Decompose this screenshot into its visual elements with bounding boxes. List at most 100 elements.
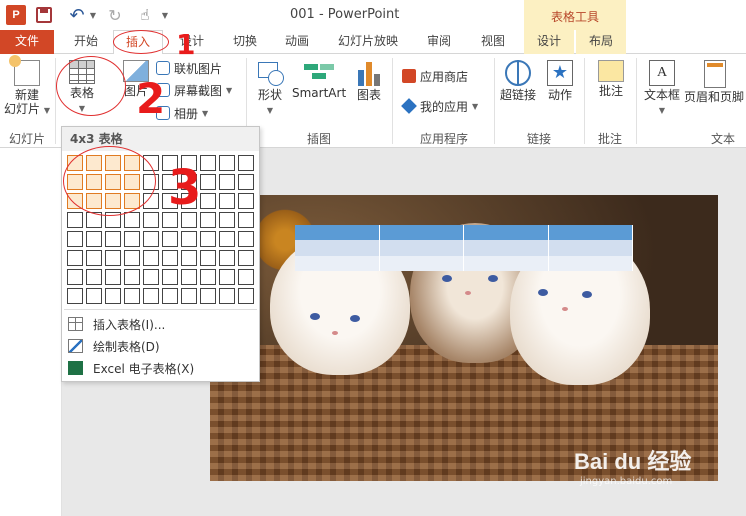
table-cell[interactable] xyxy=(295,255,380,271)
table-grid-cell[interactable] xyxy=(86,250,102,266)
table-grid-cell[interactable] xyxy=(143,269,159,285)
table-grid-cell[interactable] xyxy=(238,269,254,285)
table-cell[interactable] xyxy=(295,240,380,256)
inserted-table[interactable] xyxy=(295,225,633,271)
table-grid-cell[interactable] xyxy=(238,250,254,266)
tab-view[interactable]: 视图 xyxy=(470,30,516,54)
touch-mode-icon[interactable]: ☝ xyxy=(136,4,154,26)
table-cell[interactable] xyxy=(548,255,633,271)
insert-table-menu-item[interactable]: 插入表格(I)... xyxy=(62,313,259,335)
table-grid-cell[interactable] xyxy=(219,269,235,285)
action-button[interactable]: ★ 动作 xyxy=(542,60,578,102)
redo-icon[interactable]: ↻ xyxy=(106,4,124,26)
table-cell[interactable] xyxy=(379,255,464,271)
table-grid-cell[interactable] xyxy=(105,231,121,247)
table-grid-cell[interactable] xyxy=(200,269,216,285)
table-grid-cell[interactable] xyxy=(86,288,102,304)
table-cell[interactable] xyxy=(548,240,633,256)
textbox-button[interactable]: A 文本框 ▼ xyxy=(642,60,682,116)
table-grid-cell[interactable] xyxy=(238,155,254,171)
table-grid-cell[interactable] xyxy=(238,231,254,247)
save-icon[interactable] xyxy=(36,7,52,23)
table-grid-cell[interactable] xyxy=(219,231,235,247)
table-grid-cell[interactable] xyxy=(238,212,254,228)
slide-thumbnail-pane[interactable] xyxy=(0,148,62,516)
table-grid-cell[interactable] xyxy=(67,250,83,266)
table-cell[interactable] xyxy=(464,240,549,256)
table-grid-cell[interactable] xyxy=(162,269,178,285)
table-grid-cell[interactable] xyxy=(143,288,159,304)
table-grid-cell[interactable] xyxy=(162,288,178,304)
table-grid-cell[interactable] xyxy=(67,212,83,228)
table-grid-cell[interactable] xyxy=(200,250,216,266)
tab-transitions[interactable]: 切换 xyxy=(222,30,268,54)
table-grid-cell[interactable] xyxy=(219,174,235,190)
undo-icon[interactable]: ↶ xyxy=(66,4,88,26)
table-grid-cell[interactable] xyxy=(200,212,216,228)
table-grid-cell[interactable] xyxy=(238,174,254,190)
powerpoint-logo-icon[interactable]: P xyxy=(6,5,26,25)
table-grid-cell[interactable] xyxy=(219,193,235,209)
table-grid-cell[interactable] xyxy=(105,250,121,266)
table-grid-cell[interactable] xyxy=(143,212,159,228)
table-grid-cell[interactable] xyxy=(105,269,121,285)
table-grid-cell[interactable] xyxy=(86,231,102,247)
table-grid-cell[interactable] xyxy=(219,155,235,171)
table-grid-cell[interactable] xyxy=(124,250,140,266)
table-grid-cell[interactable] xyxy=(219,212,235,228)
table-grid-cell[interactable] xyxy=(124,288,140,304)
header-footer-button[interactable]: 页眉和页脚 xyxy=(684,60,746,104)
table-cell[interactable] xyxy=(295,225,380,241)
table-grid-cell[interactable] xyxy=(124,269,140,285)
excel-spreadsheet-menu-item[interactable]: Excel 电子表格(X) xyxy=(62,357,259,379)
tab-slideshow[interactable]: 幻灯片放映 xyxy=(326,30,410,54)
comment-button[interactable]: 批注 xyxy=(592,60,630,98)
table-cell[interactable] xyxy=(464,255,549,271)
table-grid-cell[interactable] xyxy=(67,231,83,247)
store-button[interactable]: 应用商店 xyxy=(402,66,468,86)
table-grid-cell[interactable] xyxy=(67,288,83,304)
table-grid-cell[interactable] xyxy=(124,231,140,247)
tab-table-layout[interactable]: 布局 xyxy=(576,30,626,54)
table-grid-cell[interactable] xyxy=(181,288,197,304)
tab-table-design[interactable]: 设计 xyxy=(524,30,574,54)
hyperlink-button[interactable]: 超链接 xyxy=(498,60,538,102)
table-grid-cell[interactable] xyxy=(238,193,254,209)
table-grid-cell[interactable] xyxy=(67,269,83,285)
tab-home[interactable]: 开始 xyxy=(62,30,110,54)
chart-button[interactable]: 图表 xyxy=(352,60,386,102)
table-grid-cell[interactable] xyxy=(105,288,121,304)
tab-animations[interactable]: 动画 xyxy=(274,30,320,54)
table-cell[interactable] xyxy=(548,225,633,241)
new-slide-button[interactable]: 新建 幻灯片 ▼ xyxy=(4,55,50,118)
table-grid-cell[interactable] xyxy=(219,250,235,266)
table-grid-cell[interactable] xyxy=(219,288,235,304)
table-grid-cell[interactable] xyxy=(200,288,216,304)
table-cell[interactable] xyxy=(379,240,464,256)
screenshot-button[interactable]: 屏幕截图 ▼ xyxy=(156,80,232,100)
draw-table-menu-item[interactable]: 绘制表格(D) xyxy=(62,335,259,357)
slide-canvas[interactable] xyxy=(210,195,718,481)
table-grid-cell[interactable] xyxy=(86,269,102,285)
table-grid-cell[interactable] xyxy=(143,231,159,247)
table-grid-cell[interactable] xyxy=(181,231,197,247)
table-grid-cell[interactable] xyxy=(181,250,197,266)
table-cell[interactable] xyxy=(464,225,549,241)
table-cell[interactable] xyxy=(379,225,464,241)
undo-dropdown-icon[interactable]: ▼ xyxy=(88,4,98,26)
online-pictures-button[interactable]: 联机图片 xyxy=(156,58,222,78)
my-apps-button[interactable]: 我的应用 ▼ xyxy=(401,96,478,116)
table-grid-cell[interactable] xyxy=(181,269,197,285)
table-grid-cell[interactable] xyxy=(200,155,216,171)
shapes-button[interactable]: 形状 ▼ xyxy=(252,60,288,116)
tab-file[interactable]: 文件 xyxy=(0,30,54,54)
table-grid-cell[interactable] xyxy=(200,174,216,190)
table-grid-cell[interactable] xyxy=(124,212,140,228)
qat-customize-icon[interactable]: ▼ xyxy=(160,4,170,26)
table-grid-cell[interactable] xyxy=(162,250,178,266)
table-grid-cell[interactable] xyxy=(238,288,254,304)
table-grid-cell[interactable] xyxy=(200,193,216,209)
table-grid-cell[interactable] xyxy=(200,231,216,247)
tab-review[interactable]: 审阅 xyxy=(416,30,462,54)
table-grid-cell[interactable] xyxy=(143,250,159,266)
